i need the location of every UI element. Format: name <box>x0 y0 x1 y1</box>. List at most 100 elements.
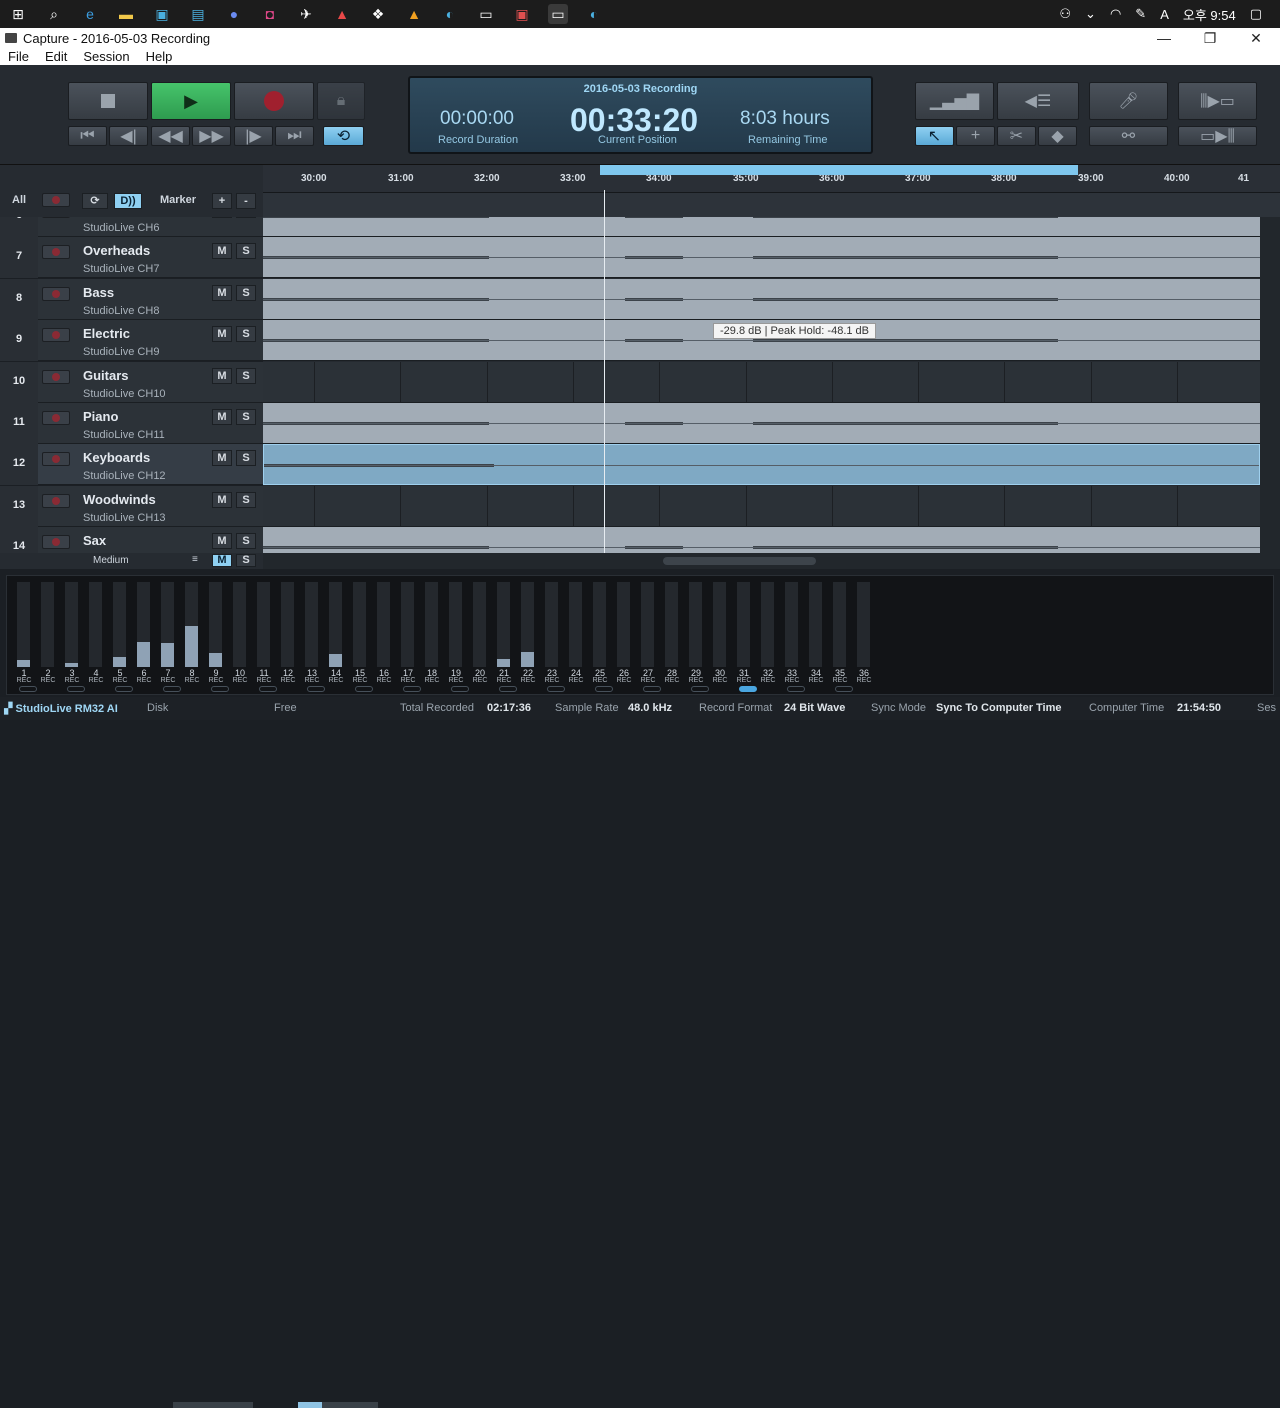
track-name[interactable]: Overheads <box>83 243 150 258</box>
track-lane[interactable] <box>263 485 1260 527</box>
record-arm-button[interactable] <box>42 411 70 425</box>
record-arm-button[interactable] <box>42 217 70 218</box>
stereo-link-toggle[interactable] <box>691 686 709 692</box>
stereo-link-toggle[interactable] <box>451 686 469 692</box>
pen-icon[interactable]: ✎ <box>1135 6 1146 22</box>
app-icon[interactable]: ◘ <box>260 4 280 24</box>
track-header-row[interactable]: 11 Piano StudioLive CH11 M S <box>0 403 263 444</box>
channel-rec-label[interactable]: REC <box>373 677 395 684</box>
channel-rec-label[interactable]: REC <box>229 677 251 684</box>
mute-button[interactable]: M <box>212 326 232 343</box>
arrow-tool-button[interactable]: ↖ <box>915 126 954 146</box>
track-name[interactable]: Electric <box>83 326 130 341</box>
stereo-link-toggle[interactable] <box>835 686 853 692</box>
dim-button[interactable]: D)) <box>114 193 142 209</box>
previous-marker-button[interactable]: ◀| <box>109 126 148 146</box>
channel-rec-label[interactable]: REC <box>637 677 659 684</box>
people-icon[interactable]: ⚇ <box>1059 6 1071 22</box>
app-icon[interactable]: ▲ <box>332 4 352 24</box>
channel-rec-label[interactable]: REC <box>181 677 203 684</box>
solo-button[interactable]: S <box>236 409 256 425</box>
menu-help[interactable]: Help <box>138 49 181 64</box>
channel-rec-label[interactable]: REC <box>301 677 323 684</box>
channel-rec-label[interactable]: REC <box>85 677 107 684</box>
track-lane[interactable] <box>263 217 1260 237</box>
track-size-label[interactable]: Medium <box>93 555 129 566</box>
rewind-button[interactable]: ◀◀ <box>151 126 190 146</box>
track-name[interactable]: Sax <box>83 533 106 548</box>
vertical-scrollbar[interactable] <box>1260 217 1280 553</box>
mute-button[interactable]: M <box>212 409 232 425</box>
solo-all-button[interactable]: S <box>236 554 256 567</box>
stereo-link-toggle[interactable] <box>259 686 277 692</box>
channel-rec-label[interactable]: REC <box>253 677 275 684</box>
solo-button[interactable]: S <box>236 491 256 508</box>
eraser-tool-button[interactable]: ◆ <box>1038 126 1077 146</box>
menu-icon[interactable]: ≡ <box>192 554 198 565</box>
app-icon[interactable]: ◐ <box>440 4 460 24</box>
app-icon[interactable]: ▤ <box>188 4 208 24</box>
channel-rec-label[interactable]: REC <box>421 677 443 684</box>
stereo-link-toggle[interactable] <box>115 686 133 692</box>
wifi-icon[interactable]: ◠ <box>1110 6 1121 22</box>
split-tool-button[interactable]: ✂ <box>997 126 1036 146</box>
mute-button[interactable]: M <box>212 284 232 301</box>
solo-button[interactable]: S <box>236 243 256 260</box>
stereo-link-toggle[interactable] <box>211 686 229 692</box>
channel-rec-label[interactable]: REC <box>565 677 587 684</box>
mute-button[interactable]: M <box>212 367 232 384</box>
add-marker-button[interactable]: + <box>212 193 232 209</box>
channel-rec-label[interactable]: REC <box>709 677 731 684</box>
ime-indicator[interactable]: A <box>1160 7 1169 22</box>
go-to-start-button[interactable]: ⏮︎ <box>68 126 107 146</box>
clock[interactable]: 오후 9:54 <box>1183 5 1236 24</box>
app-icon[interactable]: ▭ <box>476 4 496 24</box>
mute-button[interactable]: M <box>212 491 232 508</box>
channel-rec-label[interactable]: REC <box>805 677 827 684</box>
stereo-link-toggle[interactable] <box>499 686 517 692</box>
loop-button[interactable]: ⟲ <box>323 126 364 146</box>
minimize-button[interactable]: — <box>1141 28 1187 48</box>
channel-rec-label[interactable]: REC <box>853 677 875 684</box>
stereo-link-toggle[interactable] <box>307 686 325 692</box>
channel-rec-label[interactable]: REC <box>829 677 851 684</box>
channel-rec-label[interactable]: REC <box>109 677 131 684</box>
channel-rec-label[interactable]: REC <box>589 677 611 684</box>
track-name[interactable]: Woodwinds <box>83 492 156 507</box>
remove-marker-button[interactable]: - <box>236 193 256 209</box>
channel-rec-label[interactable]: REC <box>13 677 35 684</box>
track-header-row[interactable]: 6 Overheads StudioLive CH6 M S <box>0 217 263 237</box>
channel-rec-label[interactable]: REC <box>61 677 83 684</box>
lock-button[interactable]: 🔒︎ <box>317 82 365 120</box>
stereo-link-toggle[interactable] <box>403 686 421 692</box>
sync-button[interactable]: ⟳ <box>82 193 108 209</box>
channel-rec-label[interactable]: REC <box>397 677 419 684</box>
track-name[interactable]: Piano <box>83 409 118 424</box>
mute-all-button[interactable]: M <box>212 554 232 567</box>
mute-button[interactable]: M <box>212 243 232 260</box>
track-header-row[interactable]: 12 Keyboards StudioLive CH12 M S <box>0 444 263 486</box>
stereo-link-toggle[interactable] <box>787 686 805 692</box>
close-button[interactable]: ✕ <box>1233 28 1279 48</box>
stereo-link-toggle[interactable] <box>163 686 181 692</box>
channel-rec-label[interactable]: REC <box>733 677 755 684</box>
track-lane[interactable] <box>263 237 1260 279</box>
loop-range[interactable] <box>600 165 1078 175</box>
stereo-link-toggle[interactable] <box>355 686 373 692</box>
arm-all-button[interactable] <box>42 193 70 207</box>
stereo-link-toggle[interactable] <box>19 686 37 692</box>
stereo-link-toggle[interactable] <box>595 686 613 692</box>
channel-rec-label[interactable]: REC <box>325 677 347 684</box>
record-arm-button[interactable] <box>42 452 70 467</box>
track-name[interactable]: Keyboards <box>83 450 150 465</box>
channel-rec-label[interactable]: REC <box>757 677 779 684</box>
channel-rec-label[interactable]: REC <box>781 677 803 684</box>
solo-button[interactable]: S <box>236 284 256 301</box>
channel-rec-label[interactable]: REC <box>205 677 227 684</box>
app-icon[interactable]: ▣ <box>152 4 172 24</box>
channel-rec-label[interactable]: REC <box>493 677 515 684</box>
record-arm-button[interactable] <box>42 493 70 508</box>
file-explorer-icon[interactable]: ▬ <box>116 4 136 24</box>
playhead[interactable] <box>604 190 605 553</box>
marker-lane[interactable] <box>263 193 1280 217</box>
